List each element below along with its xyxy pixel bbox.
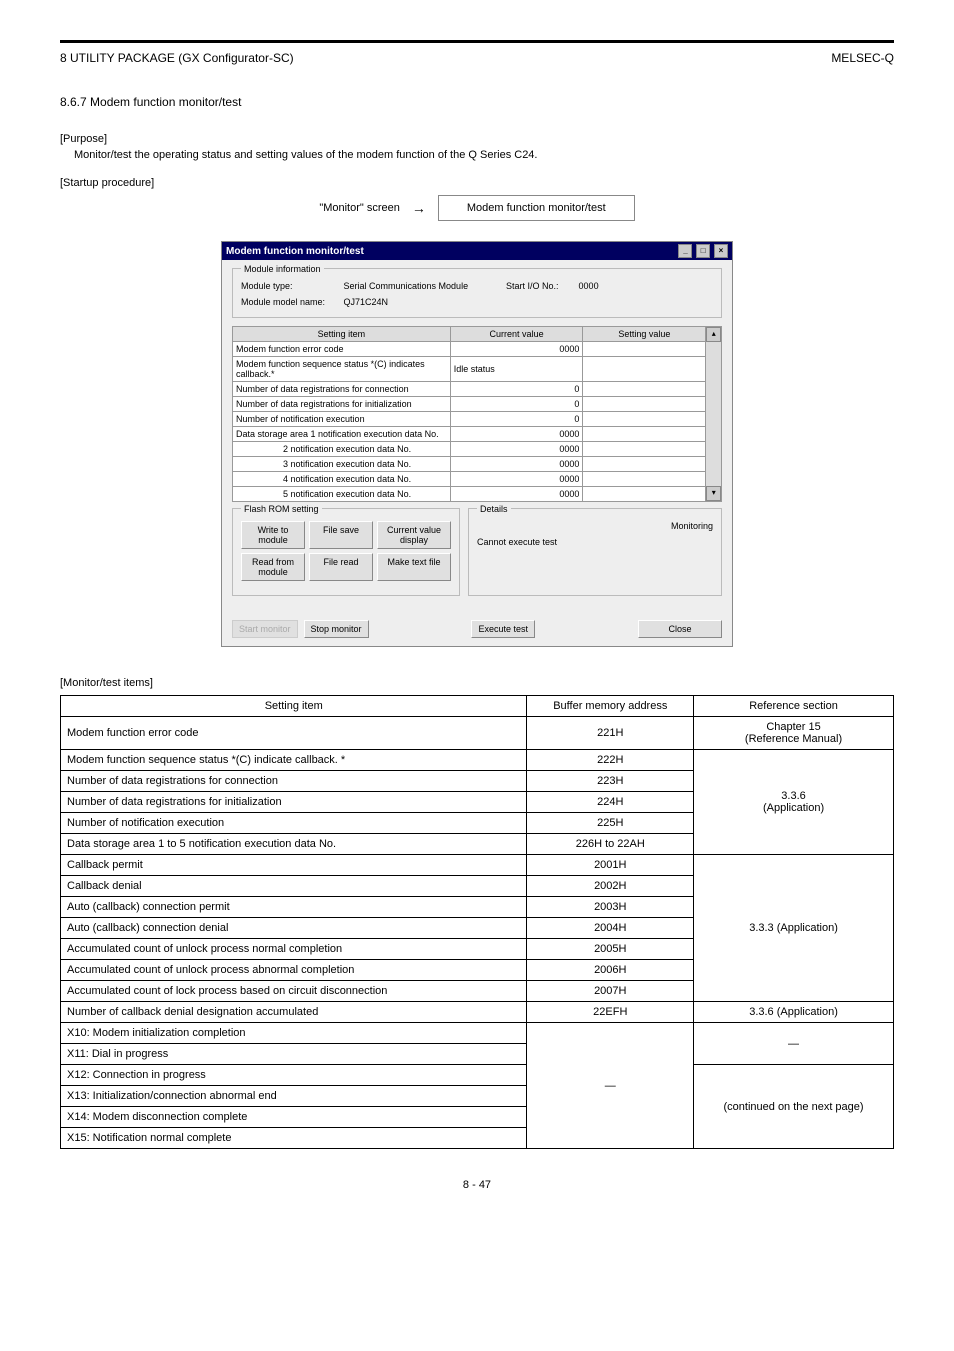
- write-module-button[interactable]: Write to module: [241, 521, 305, 549]
- stop-monitor-button[interactable]: Stop monitor: [304, 620, 369, 638]
- spec-h-ref: Reference section: [694, 696, 894, 717]
- arrow-icon: →: [412, 200, 426, 216]
- io-label: Start I/O No.:: [506, 281, 576, 291]
- page-number: 8 - 47: [60, 1179, 894, 1191]
- spec-h-item: Setting item: [61, 696, 527, 717]
- dialog-window: Modem function monitor/test _ □ × Module…: [221, 241, 733, 647]
- nav-step-1: "Monitor" screen: [319, 202, 400, 214]
- make-text-file-button[interactable]: Make text file: [377, 553, 451, 581]
- nav-label: [Startup procedure]: [60, 177, 894, 189]
- modinfo-legend: Module information: [241, 264, 324, 274]
- header-right: MELSEC-Q: [831, 51, 894, 65]
- monitor-table-preview: Setting item Current value Setting value…: [232, 326, 706, 502]
- model-value: QJ71C24N: [344, 297, 389, 307]
- read-module-button[interactable]: Read from module: [241, 553, 305, 581]
- type-label: Module type:: [241, 281, 341, 291]
- io-value: 0000: [579, 281, 599, 291]
- col-item: Setting item: [233, 327, 451, 342]
- purpose-text: Monitor/test the operating status and se…: [60, 149, 894, 161]
- purpose-label: [Purpose]: [60, 133, 894, 145]
- type-value: Serial Communications Module: [344, 281, 504, 291]
- col-setting: Setting value: [583, 327, 706, 342]
- maximize-icon[interactable]: □: [696, 244, 710, 258]
- flash-legend: Flash ROM setting: [241, 504, 322, 514]
- spec-table: Setting item Buffer memory address Refer…: [60, 695, 894, 1149]
- col-current: Current value: [450, 327, 583, 342]
- details-msg: Cannot execute test: [477, 537, 713, 547]
- close-button[interactable]: Close: [638, 620, 722, 638]
- model-label: Module model name:: [241, 297, 341, 307]
- header-left: 8 UTILITY PACKAGE (GX Configurator-SC): [60, 51, 294, 65]
- nav-step-box[interactable]: Modem function monitor/test: [438, 195, 635, 221]
- close-icon[interactable]: ×: [714, 244, 728, 258]
- spec-h-addr: Buffer memory address: [527, 696, 694, 717]
- start-monitor-button[interactable]: Start monitor: [232, 620, 298, 638]
- section-title: 8.6.7 Modem function monitor/test: [60, 95, 894, 109]
- execute-test-button[interactable]: Execute test: [471, 620, 535, 638]
- details-legend: Details: [477, 504, 511, 514]
- file-read-button[interactable]: File read: [309, 553, 373, 581]
- monitoring-status: Monitoring: [477, 521, 713, 531]
- minimize-icon[interactable]: _: [678, 244, 692, 258]
- current-value-display-button[interactable]: Current value display: [377, 521, 451, 549]
- scroll-down-icon[interactable]: ▾: [706, 486, 721, 501]
- file-save-button[interactable]: File save: [309, 521, 373, 549]
- dialog-title: Modem function monitor/test: [226, 246, 364, 257]
- scroll-up-icon[interactable]: ▴: [706, 327, 721, 342]
- spec-label: [Monitor/test items]: [60, 677, 894, 689]
- scrollbar[interactable]: ▴ ▾: [706, 326, 722, 502]
